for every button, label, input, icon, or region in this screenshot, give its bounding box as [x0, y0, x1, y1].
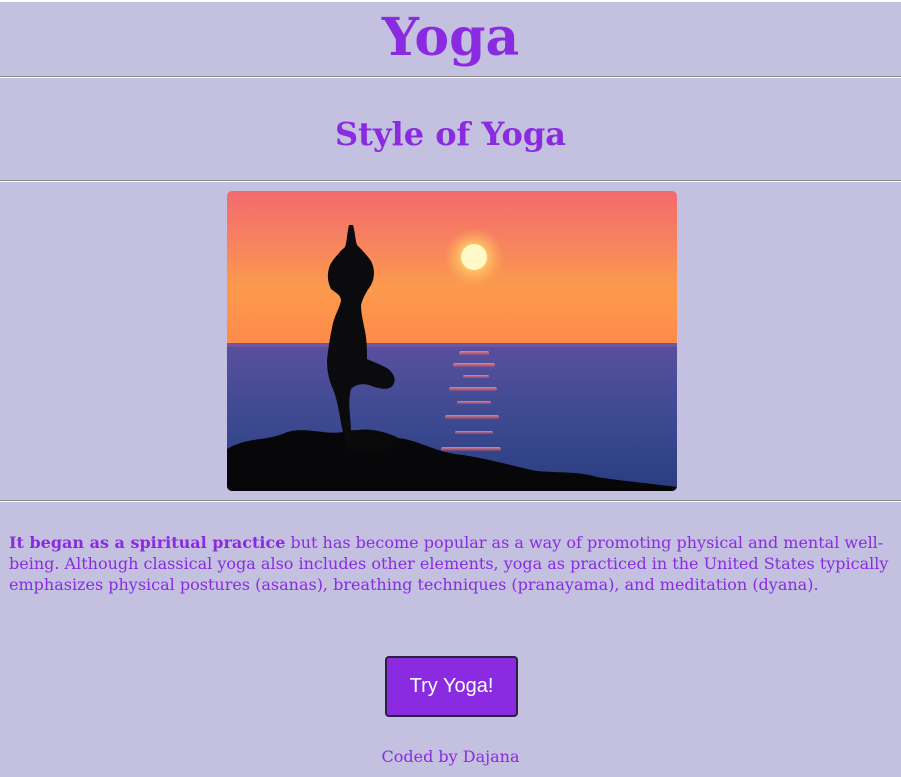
page-title: Yoga [381, 7, 520, 68]
footer-credit: Coded by Dajana [381, 747, 520, 766]
top-divider [0, 0, 901, 2]
description-paragraph: It began as a spiritual practice but has… [9, 532, 889, 595]
description-lead: It began as a spiritual practice [9, 533, 286, 552]
image-divider [0, 500, 901, 502]
header-divider [0, 76, 901, 78]
page-subtitle: Style of Yoga [335, 115, 566, 153]
try-yoga-button[interactable]: Try Yoga! [385, 656, 518, 717]
subtitle-divider [0, 180, 901, 182]
hero-image [227, 191, 677, 491]
